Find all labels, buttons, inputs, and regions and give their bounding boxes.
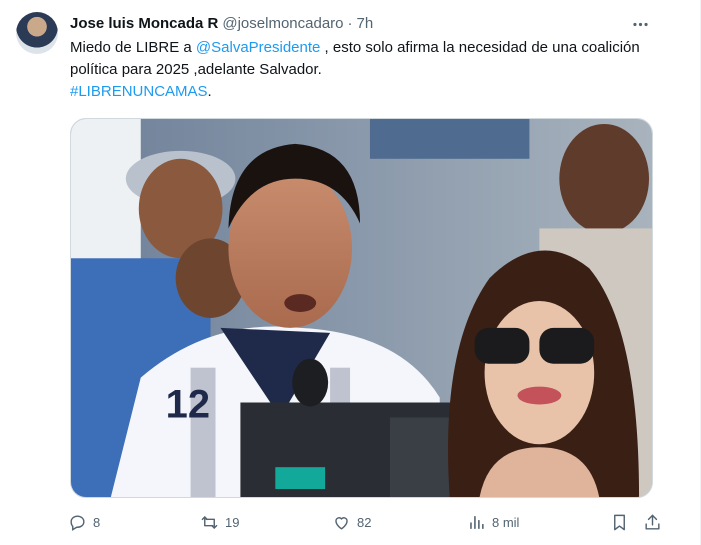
views-button[interactable]: 8 mil [467, 508, 519, 536]
author-handle[interactable]: @joselmoncadaro [222, 14, 343, 34]
tweet-text-part-1: Miedo de LIBRE a [70, 39, 196, 56]
more-dots-icon [632, 22, 648, 26]
bookmark-icon [614, 514, 625, 530]
jersey-number: 12 [166, 382, 210, 426]
repost-count: 19 [225, 514, 240, 530]
tweet-photo[interactable]: 12 [70, 118, 653, 498]
repost-button[interactable]: 19 [200, 508, 239, 536]
right-actions [610, 508, 662, 536]
tweet-card[interactable]: Jose luis Moncada R @joselmoncadaro · 7h… [0, 0, 701, 545]
like-count: 82 [357, 514, 372, 530]
tweet-time[interactable]: 7h [357, 14, 374, 34]
reply-count: 8 [93, 514, 101, 530]
tweet-text: Miedo de LIBRE a @SalvaPresidente , esto… [70, 37, 670, 103]
more-options-button[interactable] [628, 12, 652, 36]
share-icon [645, 514, 660, 530]
author-avatar[interactable] [16, 12, 58, 54]
heart-icon [335, 516, 348, 530]
action-bar: 8 19 82 8 mil [62, 508, 662, 536]
views-chart-icon [470, 515, 484, 529]
share-button[interactable] [643, 513, 662, 532]
hashtag-link[interactable]: #LIBRENUNCAMAS [70, 83, 208, 100]
mention-link[interactable]: @SalvaPresidente [196, 39, 320, 56]
views-count: 8 mil [492, 514, 520, 530]
reply-button[interactable]: 8 [68, 508, 100, 536]
tweet-text-part-3: . [207, 83, 212, 100]
reply-icon [70, 514, 85, 531]
tweet-header: Jose luis Moncada R @joselmoncadaro · 7h [70, 14, 373, 34]
bookmark-button[interactable] [610, 513, 629, 532]
like-button[interactable]: 82 [332, 508, 371, 536]
header-separator: · [347, 15, 353, 32]
author-name[interactable]: Jose luis Moncada R [70, 14, 218, 34]
repost-icon [201, 515, 218, 529]
photo-illustration: 12 [71, 119, 652, 497]
